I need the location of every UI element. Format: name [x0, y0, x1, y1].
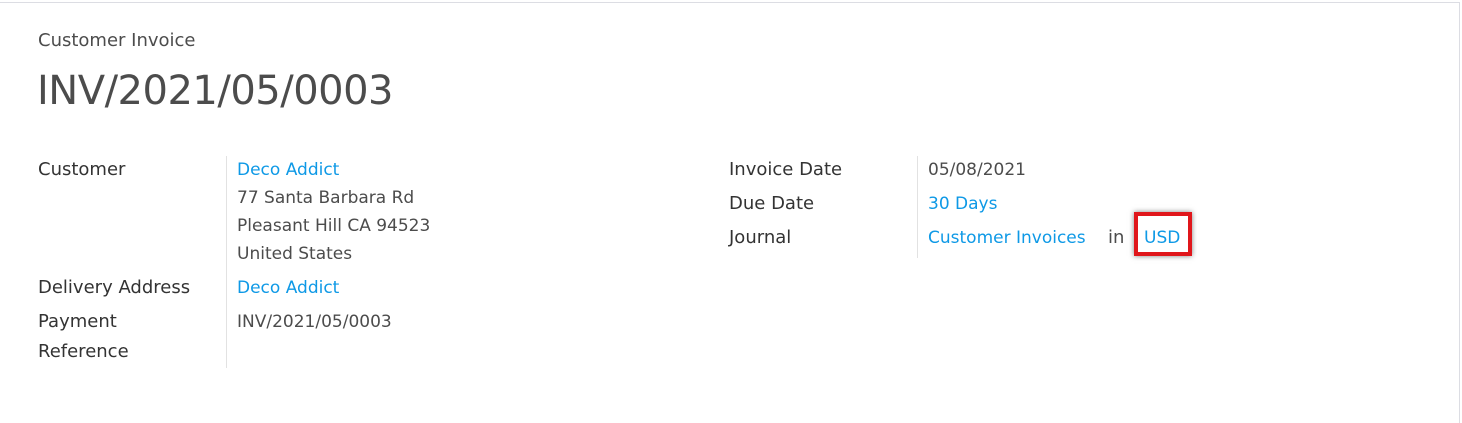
in-text: in	[1108, 227, 1125, 248]
payment-reference-value[interactable]: INV/2021/05/0003	[237, 308, 392, 336]
payment-reference-label-2: Reference	[38, 341, 129, 362]
due-date-link[interactable]: 30 Days	[928, 190, 997, 218]
divider	[226, 156, 227, 368]
delivery-address-link[interactable]: Deco Addict	[237, 274, 339, 302]
address-country: United States	[237, 244, 353, 264]
payment-reference-label-1: Payment	[38, 311, 117, 332]
invoice-date-value[interactable]: 05/08/2021	[928, 156, 1026, 184]
invoice-number: INV/2021/05/0003	[37, 68, 394, 114]
due-date-label: Due Date	[729, 193, 815, 214]
highlight-box	[1134, 212, 1192, 256]
address-city: Pleasant Hill CA 94523	[237, 216, 431, 236]
journal-link[interactable]: Customer Invoices	[928, 224, 1086, 252]
address-street: 77 Santa Barbara Rd	[237, 188, 415, 208]
document-type: Customer Invoice	[38, 30, 196, 51]
customer-label: Customer	[38, 159, 126, 180]
customer-link[interactable]: Deco Addict	[237, 156, 339, 184]
delivery-address-label: Delivery Address	[38, 277, 191, 298]
journal-label: Journal	[729, 227, 792, 248]
invoice-date-label: Invoice Date	[729, 159, 843, 180]
divider	[917, 156, 918, 258]
